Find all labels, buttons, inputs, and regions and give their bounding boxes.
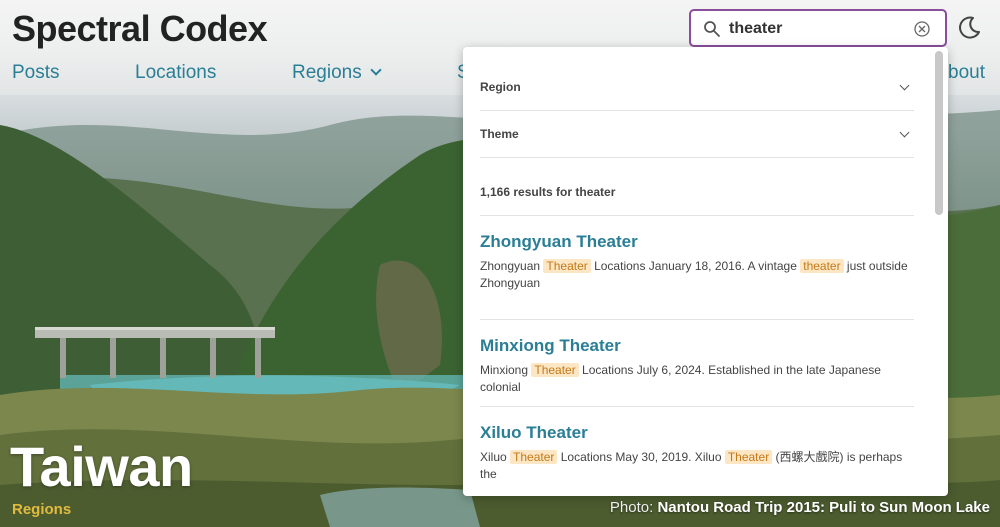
page-title: Taiwan [10, 435, 193, 498]
snippet-highlight: theater [800, 259, 844, 273]
result-snippet: Zhongyuan Theater Locations January 18, … [480, 258, 914, 292]
divider [480, 319, 914, 320]
result-title[interactable]: Minxiong Theater [480, 336, 914, 356]
chevron-down-icon [899, 127, 910, 138]
search-box[interactable] [689, 9, 947, 47]
search-icon [704, 21, 720, 37]
search-result[interactable]: Xiluo Theater Xiluo Theater Locations Ma… [480, 423, 914, 483]
snippet-highlight: Theater [510, 450, 558, 464]
snippet-highlight: Theater [543, 259, 591, 273]
divider [480, 406, 914, 407]
search-input[interactable] [729, 17, 899, 41]
snippet-text: Zhongyuan [480, 259, 544, 273]
clear-circle-icon[interactable] [913, 20, 931, 38]
snippet-highlight: Theater [531, 363, 579, 377]
search-results-panel: Region Theme 1,166 results for theater Z… [463, 47, 948, 496]
photo-credit-link[interactable]: Nantou Road Trip 2015: Puli to Sun Moon … [657, 499, 990, 516]
chevron-down-icon [899, 80, 910, 91]
result-title[interactable]: Xiluo Theater [480, 423, 914, 443]
filter-region-label: Region [480, 80, 521, 94]
nav-regions[interactable]: Regions [292, 62, 382, 84]
photo-credit-prefix: Photo: [609, 499, 654, 516]
result-title[interactable]: Zhongyuan Theater [480, 232, 914, 252]
nav-about[interactable]: bout [948, 62, 985, 84]
snippet-text: Locations January 18, 2016. A vintage [590, 259, 801, 273]
result-snippet: Minxiong Theater Locations July 6, 2024.… [480, 362, 914, 396]
scrollbar-thumb[interactable] [935, 51, 943, 215]
filter-theme[interactable]: Theme [480, 111, 914, 158]
nav-posts[interactable]: Posts [12, 62, 60, 84]
chevron-down-icon [370, 64, 382, 76]
site-title[interactable]: Spectral Codex [12, 8, 268, 50]
moon-icon[interactable] [956, 15, 982, 41]
result-count: 1,166 results for theater [480, 185, 616, 199]
snippet-text: Minxiong [480, 363, 532, 377]
nav-regions-label: Regions [292, 62, 362, 83]
region-tag-link[interactable]: Regions [12, 501, 71, 518]
snippet-highlight: Theater [724, 450, 773, 464]
snippet-text: Locations May 30, 2019. Xiluo [557, 450, 725, 464]
photo-credit: Photo: Nantou Road Trip 2015: Puli to Su… [610, 499, 990, 516]
nav-locations[interactable]: Locations [135, 62, 216, 84]
filter-region[interactable]: Region [480, 64, 914, 111]
search-result[interactable]: Zhongyuan Theater Zhongyuan Theater Loca… [480, 232, 914, 292]
filter-theme-label: Theme [480, 127, 519, 141]
snippet-text: Xiluo [480, 450, 511, 464]
result-snippet: Xiluo Theater Locations May 30, 2019. Xi… [480, 449, 914, 483]
search-result[interactable]: Minxiong Theater Minxiong Theater Locati… [480, 336, 914, 396]
divider [480, 215, 914, 216]
